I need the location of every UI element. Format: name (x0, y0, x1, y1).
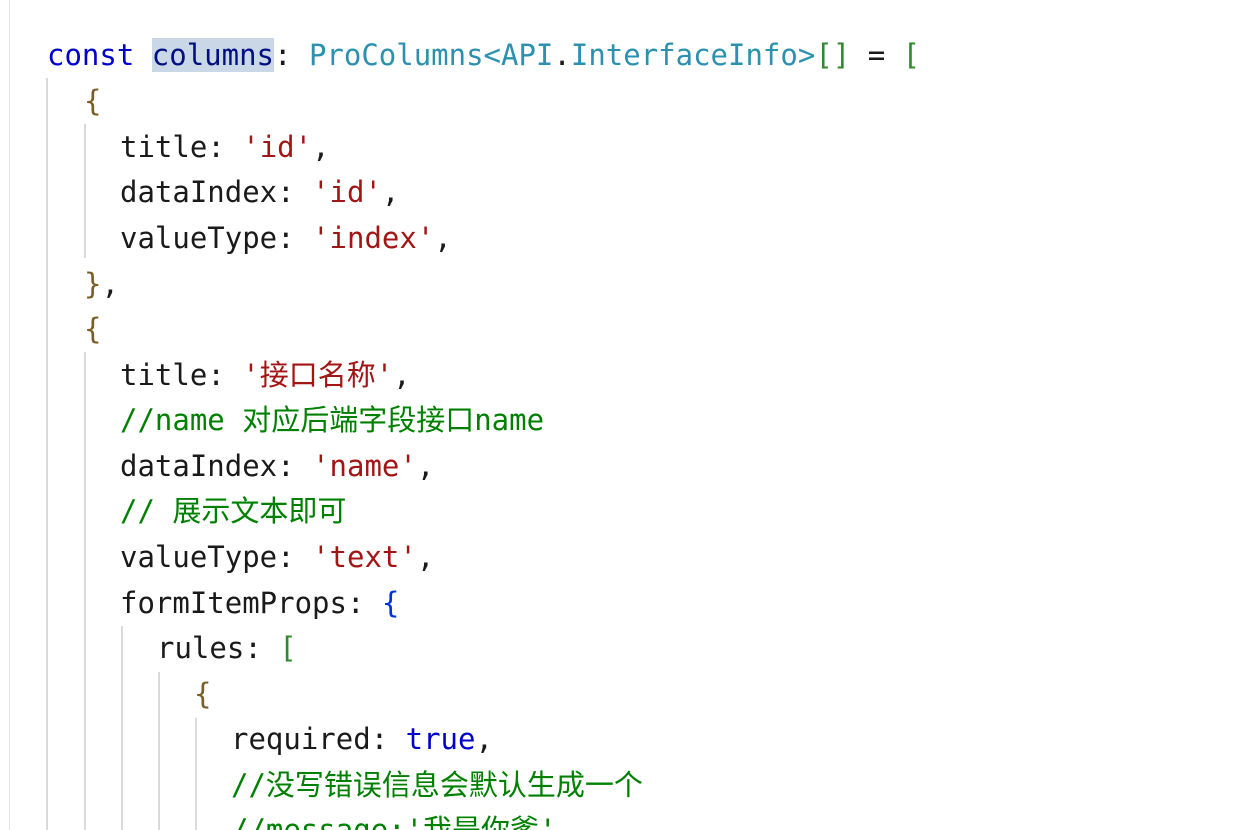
code-line-4[interactable]: dataIndex: 'id', (120, 170, 399, 214)
token-comma: , (416, 540, 435, 574)
indent-guide-formitemprops (121, 626, 123, 830)
token-colon: : (274, 38, 292, 72)
token-angle-close: > (797, 38, 816, 72)
code-line-10[interactable]: dataIndex: 'name', (120, 444, 434, 488)
token-colon: : (346, 586, 365, 620)
token-comment: //没写错误信息会默认生成一个 (231, 768, 643, 802)
token-string: 'id' (242, 130, 313, 164)
token-property: formItemProps (120, 586, 347, 620)
code-line-5[interactable]: valueType: 'index', (120, 216, 452, 260)
token-property: dataIndex (120, 449, 278, 483)
token-property: title (120, 358, 208, 392)
indent-guide-level-1 (46, 78, 48, 830)
token-comma: , (101, 267, 119, 301)
token-property: valueType (120, 540, 278, 574)
indent-guide-rule-object (195, 718, 197, 830)
token-comma: , (434, 221, 452, 255)
token-colon: : (370, 722, 389, 756)
token-comma: , (416, 449, 435, 483)
token-keyword: const (47, 38, 135, 72)
token-type: ProColumns (308, 38, 484, 72)
token-comment: //message:'我是你爹' (231, 813, 557, 830)
code-line-9[interactable]: //name 对应后端字段接口name (120, 398, 544, 442)
token-brace-open: { (381, 586, 400, 620)
indent-guide-object-1 (84, 124, 86, 258)
token-string: '接口名称' (242, 358, 394, 392)
token-type-member: InterfaceInfo (570, 38, 798, 72)
editor-gutter-edge (9, 0, 10, 830)
token-brace-open: { (84, 312, 102, 346)
code-editor[interactable]: const columns: ProColumns<API.InterfaceI… (0, 0, 1234, 830)
token-selected-identifier: columns (151, 38, 274, 72)
token-property: valueType (120, 221, 278, 255)
code-line-12[interactable]: valueType: 'text', (120, 535, 434, 579)
token-comment: //name 对应后端字段接口name (120, 403, 545, 437)
code-line-11[interactable]: // 展示文本即可 (120, 489, 346, 533)
token-colon: : (277, 175, 295, 209)
token-colon: : (277, 540, 295, 574)
token-angle-open: < (483, 38, 502, 72)
token-property: title (120, 130, 208, 164)
code-line-6[interactable]: }, (84, 262, 119, 306)
indent-guide-object-2 (84, 352, 86, 830)
token-bracket-open: [ (279, 631, 297, 665)
token-comment: // 展示文本即可 (120, 494, 347, 528)
indent-guide-rules (158, 672, 160, 830)
code-line-15[interactable]: { (194, 672, 211, 716)
token-brace-open: { (84, 84, 102, 118)
token-boolean: true (405, 722, 476, 756)
token-equals: = (867, 38, 886, 72)
token-namespace: API (501, 38, 554, 72)
token-comma: , (381, 175, 400, 209)
token-colon: : (207, 130, 225, 164)
code-line-13[interactable]: formItemProps: { (120, 581, 399, 625)
code-line-1[interactable]: const columns: ProColumns<API.InterfaceI… (47, 33, 920, 77)
token-brace-open: { (194, 677, 212, 711)
token-comma: , (393, 358, 411, 392)
token-colon: : (244, 631, 262, 665)
code-line-18[interactable]: //message:'我是你爹' (231, 808, 557, 830)
token-bracket-open: [ (902, 38, 921, 72)
token-comma: , (312, 130, 330, 164)
token-property: required (231, 722, 371, 756)
token-string: 'text' (312, 540, 417, 574)
token-colon: : (277, 221, 295, 255)
token-comma: , (475, 722, 493, 756)
token-colon: : (207, 358, 225, 392)
code-line-17[interactable]: //没写错误信息会默认生成一个 (231, 763, 643, 807)
code-line-8[interactable]: title: '接口名称', (120, 353, 411, 397)
code-line-14[interactable]: rules: [ (157, 626, 297, 670)
token-dot: . (553, 38, 571, 72)
token-property: rules (157, 631, 245, 665)
token-string: 'id' (312, 175, 382, 209)
token-brace-close: } (84, 267, 102, 301)
token-array-type: [] (815, 38, 851, 72)
token-colon: : (277, 449, 295, 483)
token-string: 'index' (312, 221, 435, 255)
code-line-3[interactable]: title: 'id', (120, 125, 330, 169)
code-line-7[interactable]: { (84, 307, 101, 351)
code-line-16[interactable]: required: true, (231, 717, 493, 761)
token-property: dataIndex (120, 175, 278, 209)
code-line-2[interactable]: { (84, 79, 101, 123)
token-string: 'name' (312, 449, 417, 483)
